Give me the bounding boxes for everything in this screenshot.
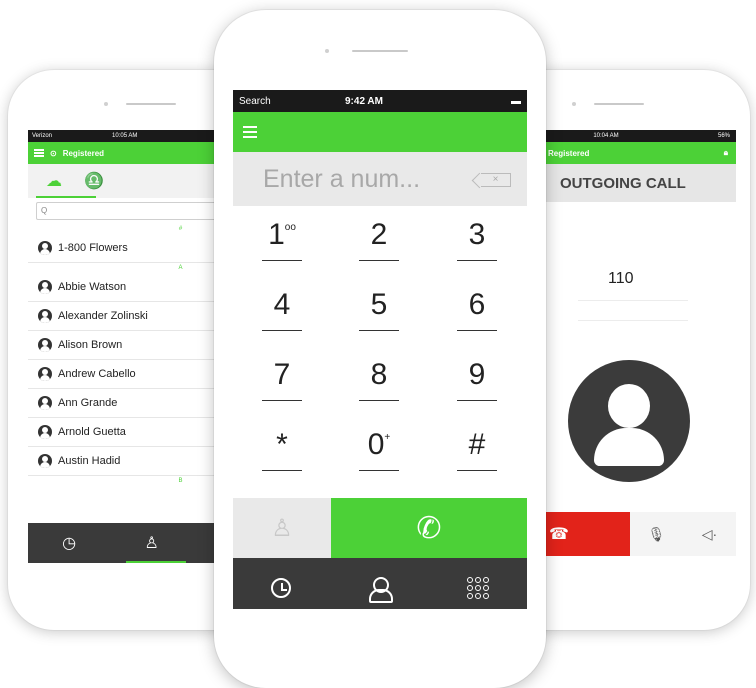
app-header (233, 112, 527, 152)
avatar-icon (38, 241, 52, 255)
active-tab-indicator (36, 196, 96, 198)
divider (578, 300, 688, 301)
contacts-icon[interactable] (368, 577, 393, 603)
contact-name: Abbie Watson (58, 281, 127, 293)
dialed-number: 110 (608, 270, 634, 287)
key-0[interactable]: 0+ (359, 428, 399, 471)
speaker-icon: ◁· (701, 525, 718, 542)
avatar-icon (38, 425, 52, 439)
speaker-slot (352, 50, 408, 52)
battery-icon: ▬ (511, 95, 521, 107)
add-contact-button[interactable]: ♙ (233, 498, 331, 558)
key-8[interactable]: 8 (359, 358, 399, 401)
contact-name: Andrew Cabello (58, 368, 136, 380)
center-phone: Search 9:42 AM ▬ × 1oo 2 3 4 5 6 7 8 9 *… (214, 10, 546, 688)
contact-name: 1-800 Flowers (58, 242, 128, 254)
registered-dot-icon: ⊙ (50, 148, 57, 158)
contact-name: Arnold Guetta (58, 426, 126, 438)
menu-icon[interactable] (34, 149, 44, 157)
contact-name: Alison Brown (58, 339, 123, 351)
clock-icon[interactable] (271, 578, 292, 598)
back-to-search[interactable]: Search (239, 96, 271, 107)
camera-dot (572, 102, 576, 106)
status-bar: Search 9:42 AM ▬ (233, 90, 527, 112)
tab-groups-icon[interactable]: ♎ (84, 171, 104, 191)
lock-icon: 🔒︎ (723, 148, 728, 157)
speaker-slot (594, 103, 644, 105)
contact-name: Alexander Zolinski (58, 310, 148, 322)
carrier-label: Verizon (32, 133, 53, 139)
clock-icon[interactable]: ◷ (62, 533, 76, 553)
divider (578, 320, 688, 321)
avatar-icon (38, 280, 52, 294)
app-promo-stage: { "left_phone": { "status": {"carrier": … (0, 0, 756, 688)
speaker-slot (126, 103, 176, 105)
add-contact-icon: ♙ (271, 514, 293, 542)
contact-name: Ann Grande (58, 397, 118, 409)
key-6[interactable]: 6 (457, 288, 497, 331)
key-5[interactable]: 5 (359, 288, 399, 331)
status-time: 10:04 AM (593, 133, 619, 139)
dialer-actions: ♙ ✆ (233, 498, 527, 558)
contacts-icon[interactable]: ♙ (144, 533, 158, 553)
avatar-icon (38, 309, 52, 323)
avatar-icon (38, 367, 52, 381)
key-star[interactable]: * (262, 428, 302, 471)
call-button[interactable]: ✆ (331, 498, 527, 558)
key-9[interactable]: 9 (457, 358, 497, 401)
avatar-icon (38, 454, 52, 468)
registration-status: Registered (548, 148, 590, 158)
key-3[interactable]: 3 (457, 218, 497, 261)
dialer-screen: Search 9:42 AM ▬ × 1oo 2 3 4 5 6 7 8 9 *… (233, 90, 527, 609)
avatar-icon (38, 396, 52, 410)
speaker-button[interactable]: ◁· (683, 512, 736, 556)
number-input-bar: × (233, 152, 527, 206)
key-1[interactable]: 1oo (262, 218, 302, 261)
hangup-icon: ☎ (549, 526, 569, 543)
avatar-icon (38, 338, 52, 352)
mic-off-icon: 🎙︎ (647, 525, 666, 542)
backspace-icon[interactable]: × (481, 173, 511, 187)
key-7[interactable]: 7 (262, 358, 302, 401)
dialpad-icon[interactable] (466, 577, 489, 599)
battery-level: 56% (717, 133, 730, 139)
registration-status: Registered (62, 148, 105, 158)
tab-favorites-icon[interactable]: ☁ (46, 171, 62, 191)
active-nav-indicator (126, 561, 186, 563)
phone-call-icon: ✆ (416, 511, 442, 545)
status-time: 10:05 AM (112, 133, 138, 139)
caller-avatar-icon (568, 360, 690, 482)
key-4[interactable]: 4 (262, 288, 302, 331)
bottom-nav (233, 558, 527, 609)
number-input[interactable] (263, 164, 463, 194)
search-icon: Q (41, 206, 48, 215)
contact-name: Austin Hadid (58, 455, 121, 467)
key-hash[interactable]: # (457, 428, 497, 471)
menu-icon[interactable] (243, 126, 257, 138)
camera-dot (104, 102, 108, 106)
mute-button[interactable]: 🎙︎ (630, 512, 683, 556)
status-time: 9:42 AM (345, 95, 383, 107)
keypad: 1oo 2 3 4 5 6 7 8 9 * 0+ # (233, 206, 527, 498)
key-2[interactable]: 2 (359, 218, 399, 261)
camera-dot (325, 49, 329, 53)
